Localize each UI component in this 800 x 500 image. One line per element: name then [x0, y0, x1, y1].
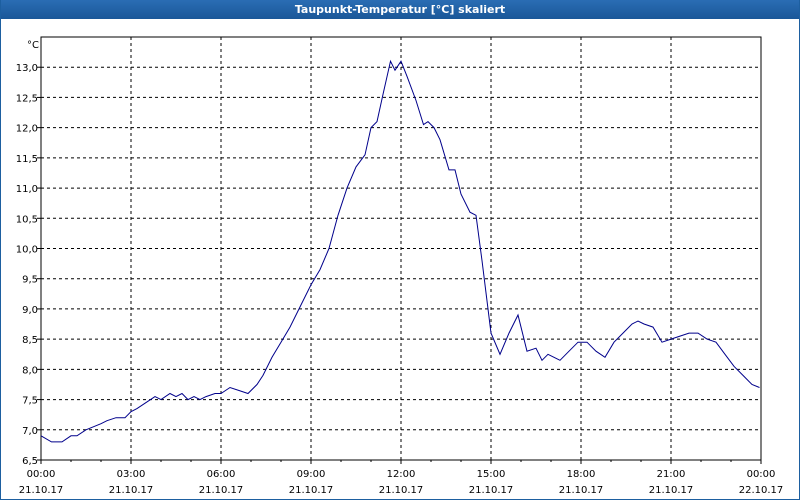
x-tick-date: 21.10.17: [379, 485, 424, 496]
y-tick-label: 13,0: [16, 63, 38, 74]
x-tick-date: 21.10.17: [109, 485, 154, 496]
x-tick-label: 15:00: [477, 469, 506, 480]
x-tick-label: 18:00: [567, 469, 596, 480]
y-axis-label: °C: [27, 40, 39, 51]
x-tick-label: 00:00: [747, 469, 776, 480]
x-tick-date: 21.10.17: [199, 485, 244, 496]
y-tick-label: 11,5: [16, 154, 38, 165]
x-tick-date: 21.10.17: [559, 485, 604, 496]
x-tick-label: 09:00: [297, 469, 326, 480]
x-tick-label: 21:00: [657, 469, 686, 480]
x-tick-date: 22.10.17: [739, 485, 784, 496]
y-tick-label: 9,0: [22, 305, 38, 316]
y-tick-label: 8,5: [22, 335, 38, 346]
y-tick-label: 10,0: [16, 245, 38, 256]
x-tick-date: 21.10.17: [289, 485, 334, 496]
y-tick-label: 8,0: [22, 365, 38, 376]
x-tick-date: 21.10.17: [19, 485, 64, 496]
x-tick-label: 06:00: [207, 469, 236, 480]
x-tick-label: 03:00: [117, 469, 146, 480]
y-tick-label: 7,5: [22, 396, 38, 407]
x-tick-label: 12:00: [387, 469, 416, 480]
y-tick-label: 9,5: [22, 275, 38, 286]
x-tick-date: 21.10.17: [649, 485, 694, 496]
y-tick-label: 10,5: [16, 214, 38, 225]
y-tick-label: 12,5: [16, 93, 38, 104]
x-tick-date: 21.10.17: [469, 485, 514, 496]
chart-window: Taupunkt-Temperatur [°C] skaliert 6,5 7,0…: [0, 0, 800, 500]
y-tick-label: 6,5: [22, 456, 38, 467]
x-tick-label: 00:00: [27, 469, 56, 480]
y-tick-label: 12,0: [16, 124, 38, 135]
y-tick-label: 11,0: [16, 184, 38, 195]
dew-point-chart: 6,5 7,0 7,5 8,0 8,5 9,0 9,5 10,0 10,5 11,0 11,5 12,…: [16, 36, 784, 496]
y-tick-label: 7,0: [22, 426, 38, 437]
